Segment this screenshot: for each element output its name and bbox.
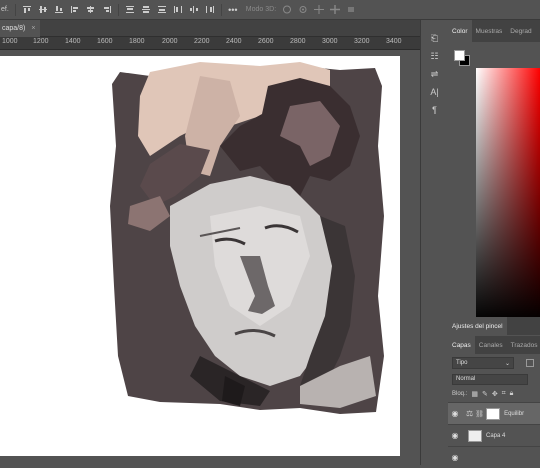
properties-icon[interactable]: ☷ [427,50,443,62]
document-tab[interactable]: capa/8) × [0,20,40,37]
lock-row: Bloq.: ▦ ✎ ✥ ⌗ 🔒︎ [448,386,540,402]
options-fragment: ef. [1,6,9,13]
align-top-icon[interactable] [22,5,32,14]
document-tab-title: capa/8) [2,25,26,32]
distribute-left-icon[interactable] [173,5,183,14]
distribute-bottom-icon[interactable] [157,5,167,14]
divider [220,3,222,16]
align-right-icon[interactable] [102,5,112,14]
layer-mask-thumbnail[interactable] [486,407,501,420]
tab-brush-settings[interactable]: Ajustes del pincel [448,317,507,335]
ruler-tick: 1800 [129,38,145,45]
filter-kind-label: Tipo [456,360,468,366]
align-left-icon[interactable] [70,5,80,14]
ruler-tick: 2400 [226,38,242,45]
lock-label: Bloq.: [452,391,468,397]
layer-name: Equilibr [504,410,525,417]
filter-image-icon[interactable] [526,359,534,367]
layers-panel-tabs: Capas Canales Trazados [448,336,540,354]
canvas[interactable] [0,56,400,456]
ruler-tick: 3400 [386,38,402,45]
mode-3d-label: Modo 3D: [245,6,277,13]
link-icon: ⛓ [475,410,485,418]
3d-slide-icon[interactable] [330,5,341,14]
ruler-tick: 1400 [65,38,81,45]
eye-icon[interactable]: ◉ [448,431,462,440]
horizontal-ruler: 1000 1200 1400 1600 1800 2000 2200 2400 … [0,37,420,50]
painting-artwork [110,62,384,414]
tab-swatches[interactable]: Muestras [472,20,507,42]
eye-icon[interactable]: ◉ [448,453,462,462]
eye-icon[interactable]: ◉ [448,409,462,418]
character-icon[interactable]: A| [427,86,443,98]
ruler-tick: 1600 [97,38,113,45]
distribute-right-icon[interactable] [205,5,215,14]
blend-row: Normal [448,372,540,386]
color-swatches[interactable] [454,50,472,68]
divider [117,3,119,16]
3d-roll-icon[interactable] [298,5,308,14]
lock-position-icon[interactable]: ✥ [492,390,498,398]
align-vcenter-icon[interactable] [38,5,48,14]
history-icon[interactable]: ⎗ [427,32,443,44]
distribute-hcenter-icon[interactable] [189,5,199,14]
lock-brush-icon[interactable]: ✎ [482,390,488,398]
tab-paths[interactable]: Trazados [507,336,540,354]
panel-dock-icons: ⎗ ☷ ⇌ A| ¶ [420,20,448,465]
lock-all-icon[interactable]: 🔒︎ [510,390,514,398]
ruler-tick: 3000 [322,38,338,45]
adjustments-icon[interactable]: ⇌ [427,68,443,80]
lock-pixels-icon[interactable]: ▦ [471,390,478,398]
close-icon[interactable]: × [31,25,35,32]
workspace[interactable] [0,50,420,465]
filter-kind-select[interactable]: Tipo ⌄ [452,357,514,369]
layer-row[interactable]: ◉ ⚖ ⛓ Equilibr [448,402,540,424]
foreground-color[interactable] [454,50,465,61]
brush-settings-panel: Ajustes del pincel [448,317,540,335]
divider [14,3,16,16]
tab-layers[interactable]: Capas [448,336,475,354]
ruler-tick: 3200 [354,38,370,45]
ruler-tick: 2200 [194,38,210,45]
3d-pan-icon[interactable] [314,5,325,14]
filter-row: Tipo ⌄ [448,354,540,372]
align-bottom-icon[interactable] [54,5,64,14]
3d-rotate-icon[interactable] [282,5,292,14]
tab-channels[interactable]: Canales [475,336,507,354]
chevron-down-icon: ⌄ [504,360,510,367]
layer-row[interactable]: ◉ Capa 4 [448,424,540,446]
paragraph-icon[interactable]: ¶ [427,104,443,116]
ruler-tick: 2000 [162,38,178,45]
tab-color[interactable]: Color [448,20,472,42]
ruler-tick: 2800 [290,38,306,45]
layer-name: Capa 4 [486,432,506,439]
blend-mode-select[interactable]: Normal [452,373,528,385]
lock-artboard-icon[interactable]: ⌗ [502,390,506,398]
color-panel-tabs: Color Muestras Degrad [448,20,540,42]
ruler-tick: 1200 [33,38,49,45]
color-panel: Color Muestras Degrad [448,20,540,322]
adjustment-layer-icon: ⚖ [466,409,474,418]
document-tab-bar: capa/8) × [0,20,420,37]
ruler-tick: 1000 [2,38,18,45]
more-options-icon[interactable]: ••• [228,5,238,15]
tab-gradients[interactable]: Degrad [506,20,535,42]
align-hcenter-icon[interactable] [86,5,96,14]
3d-scale-icon[interactable] [346,5,356,14]
color-picker-field[interactable] [476,68,540,322]
options-bar: ef. ••• Modo 3D: [0,0,540,20]
distribute-top-icon[interactable] [125,5,135,14]
distribute-vcenter-icon[interactable] [141,5,151,14]
ruler-tick: 2600 [258,38,274,45]
layers-panel: Capas Canales Trazados Tipo ⌄ Normal Blo… [448,336,540,465]
layer-thumbnail[interactable] [468,429,482,442]
